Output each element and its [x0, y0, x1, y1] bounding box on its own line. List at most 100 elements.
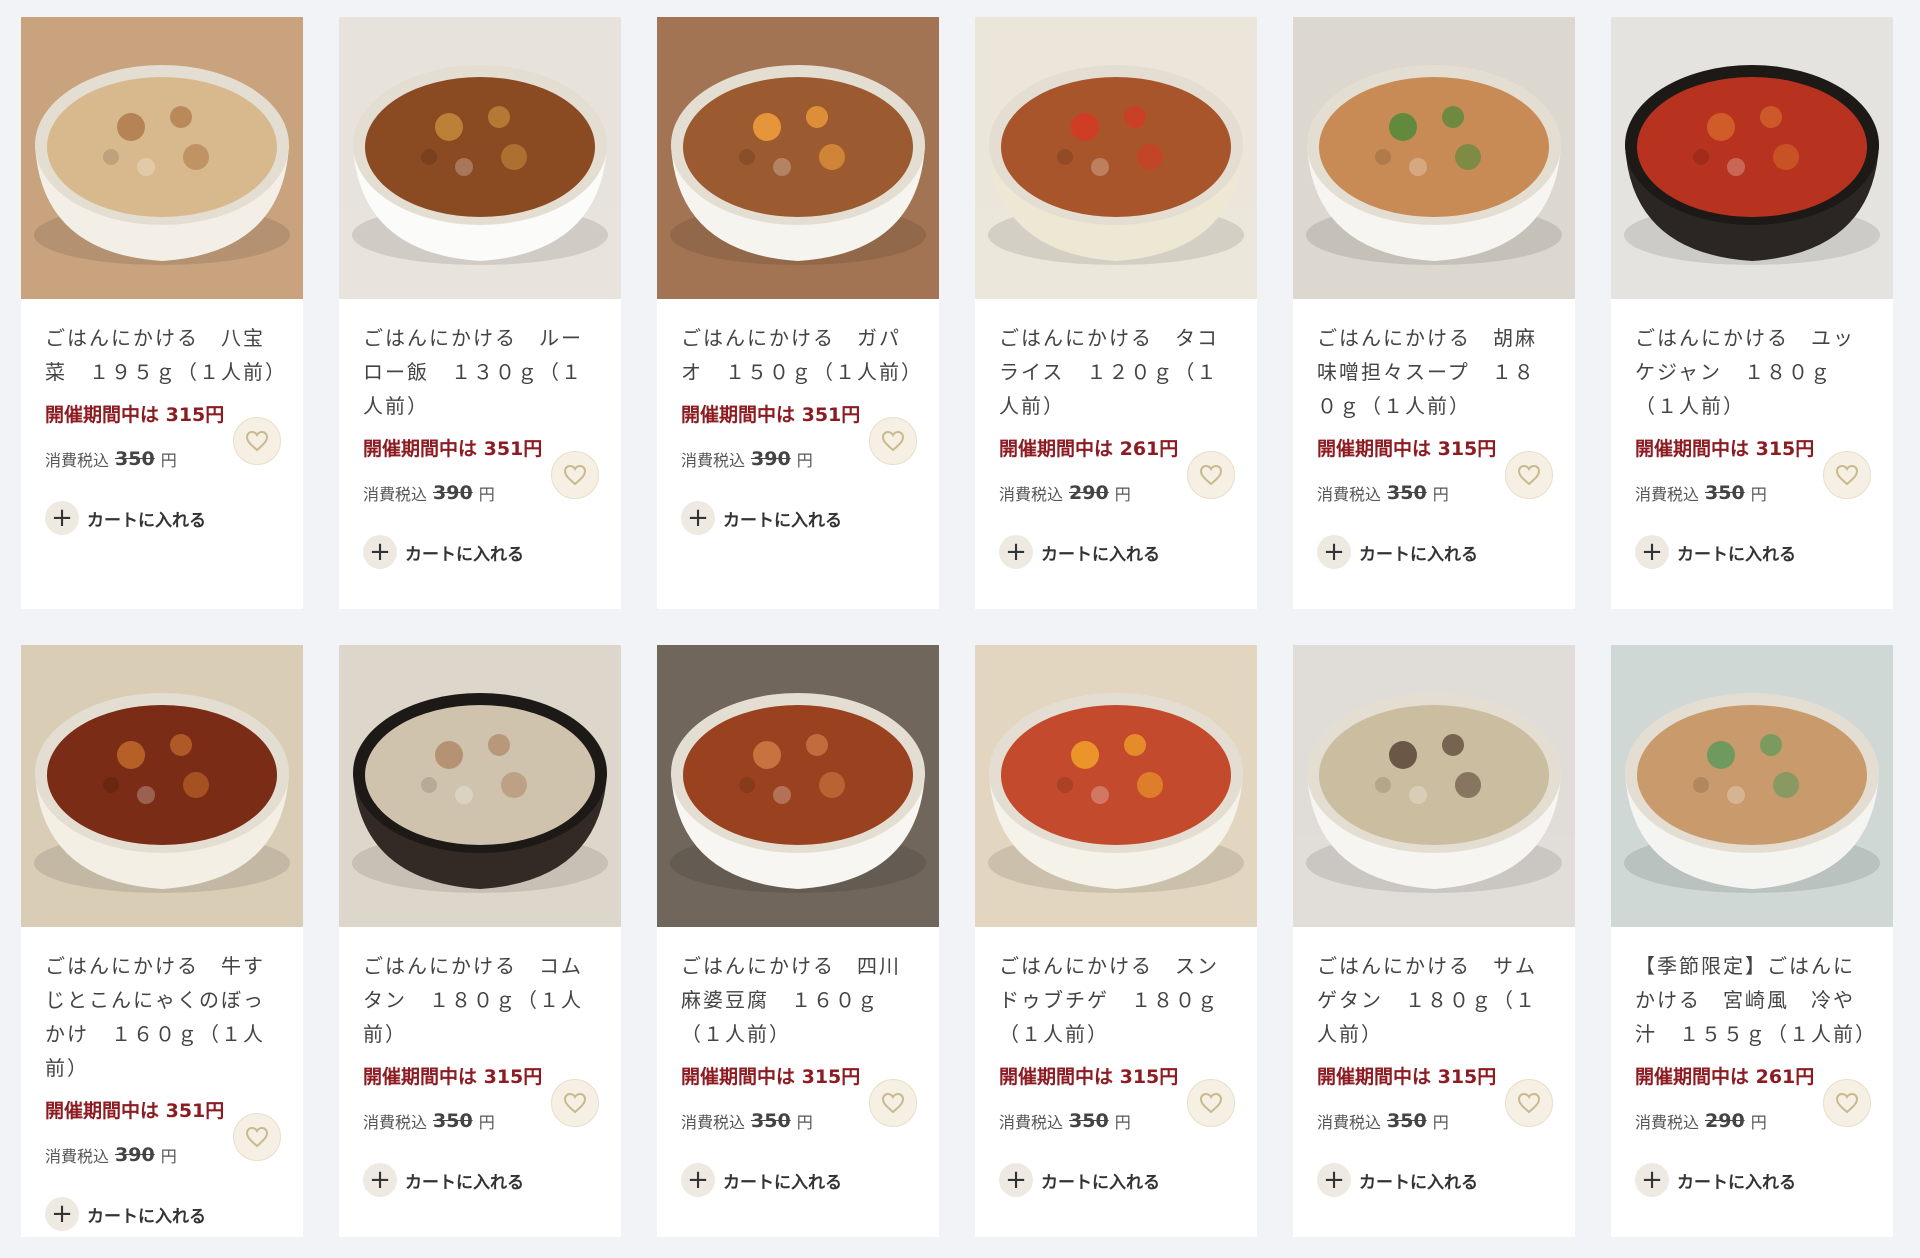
- add-to-cart-label: カートに入れる: [1677, 544, 1796, 565]
- favorite-button[interactable]: [1823, 451, 1871, 499]
- add-to-cart-label: カートに入れる: [1359, 544, 1478, 565]
- product-name[interactable]: ごはんにかける 胡麻味噌担々スープ １８０ｇ（１人前）: [1317, 321, 1551, 423]
- product-card[interactable]: ごはんにかける ルーロー飯 １３０ｇ（１人前） 開催期間中は 351円 消費税込…: [339, 17, 621, 609]
- product-photo[interactable]: [1611, 17, 1893, 299]
- yen-unit: 円: [1432, 485, 1449, 504]
- favorite-button[interactable]: [869, 417, 917, 465]
- plus-icon: +: [45, 1197, 79, 1231]
- heart-icon: [1199, 1092, 1223, 1114]
- product-name[interactable]: ごはんにかける ガパオ １５０ｇ（１人前）: [681, 321, 921, 389]
- product-name[interactable]: ごはんにかける サムゲタン １８０ｇ（１人前）: [1317, 949, 1551, 1051]
- add-to-cart-label: カートに入れる: [405, 544, 524, 565]
- product-name[interactable]: ごはんにかける コムタン １８０ｇ（１人前）: [363, 949, 597, 1051]
- product-name[interactable]: ごはんにかける 牛すじとこんにゃくのぼっかけ １６０ｇ（１人前）: [45, 949, 279, 1085]
- favorite-button[interactable]: [233, 417, 281, 465]
- add-to-cart-button[interactable]: + カートに入れる: [681, 501, 915, 535]
- product-photo[interactable]: [975, 645, 1257, 927]
- add-to-cart-label: カートに入れる: [1041, 1172, 1160, 1193]
- favorite-button[interactable]: [551, 1079, 599, 1127]
- heart-icon: [245, 1126, 269, 1148]
- product-photo[interactable]: [1293, 645, 1575, 927]
- yen-unit: 円: [796, 1113, 813, 1132]
- heart-icon: [563, 1092, 587, 1114]
- add-to-cart-button[interactable]: + カートに入れる: [45, 501, 279, 535]
- product-card[interactable]: ごはんにかける 牛すじとこんにゃくのぼっかけ １６０ｇ（１人前） 開催期間中は …: [21, 645, 303, 1237]
- product-photo[interactable]: [339, 17, 621, 299]
- add-to-cart-label: カートに入れる: [723, 1172, 842, 1193]
- product-name[interactable]: ごはんにかける ルーロー飯 １３０ｇ（１人前）: [363, 321, 597, 423]
- add-to-cart-button[interactable]: + カートに入れる: [363, 1163, 597, 1197]
- product-name[interactable]: ごはんにかける 四川麻婆豆腐 １６０ｇ（１人前）: [681, 949, 915, 1051]
- product-photo[interactable]: [975, 17, 1257, 299]
- product-card[interactable]: ごはんにかける タコライス １２０ｇ（１人前） 開催期間中は 261円 消費税込…: [975, 17, 1257, 609]
- tax-included-label: 消費税込: [1635, 1113, 1700, 1132]
- add-to-cart-button[interactable]: + カートに入れる: [1317, 535, 1551, 569]
- original-price: 390: [433, 482, 473, 504]
- tax-included-label: 消費税込: [999, 1113, 1064, 1132]
- add-to-cart-label: カートに入れる: [87, 1206, 206, 1227]
- yen-unit: 円: [1750, 1113, 1767, 1132]
- product-card[interactable]: ごはんにかける スンドゥブチゲ １８０ｇ（１人前） 開催期間中は 315円 消費…: [975, 645, 1257, 1237]
- product-photo[interactable]: [657, 645, 939, 927]
- product-card[interactable]: ごはんにかける ガパオ １５０ｇ（１人前） 開催期間中は 351円 消費税込 3…: [657, 17, 939, 609]
- product-card[interactable]: ごはんにかける 胡麻味噌担々スープ １８０ｇ（１人前） 開催期間中は 315円 …: [1293, 17, 1575, 609]
- tax-included-label: 消費税込: [45, 451, 110, 470]
- yen-unit: 円: [1114, 485, 1131, 504]
- favorite-button[interactable]: [1187, 1079, 1235, 1127]
- product-card[interactable]: ごはんにかける ユッケジャン １８０ｇ（１人前） 開催期間中は 315円 消費税…: [1611, 17, 1893, 609]
- plus-icon: +: [363, 1163, 397, 1197]
- product-card[interactable]: ごはんにかける 四川麻婆豆腐 １６０ｇ（１人前） 開催期間中は 315円 消費税…: [657, 645, 939, 1237]
- product-photo[interactable]: [21, 645, 303, 927]
- product-card[interactable]: 【季節限定】ごはんにかける 宮崎風 冷や汁 １５５ｇ（１人前） 開催期間中は 2…: [1611, 645, 1893, 1237]
- tax-included-label: 消費税込: [681, 451, 746, 470]
- add-to-cart-button[interactable]: + カートに入れる: [1317, 1163, 1551, 1197]
- add-to-cart-button[interactable]: + カートに入れる: [363, 535, 597, 569]
- favorite-button[interactable]: [869, 1079, 917, 1127]
- product-photo[interactable]: [1611, 645, 1893, 927]
- product-name[interactable]: ごはんにかける 八宝菜 １９５ｇ（１人前）: [45, 321, 285, 389]
- favorite-button[interactable]: [1823, 1079, 1871, 1127]
- original-price: 350: [751, 1110, 791, 1132]
- product-photo[interactable]: [657, 17, 939, 299]
- plus-icon: +: [1317, 1163, 1351, 1197]
- favorite-button[interactable]: [1187, 451, 1235, 499]
- yen-unit: 円: [1750, 485, 1767, 504]
- yen-unit: 円: [160, 451, 177, 470]
- tax-included-label: 消費税込: [45, 1147, 110, 1166]
- product-photo[interactable]: [1293, 17, 1575, 299]
- product-photo[interactable]: [339, 645, 621, 927]
- product-name[interactable]: ごはんにかける タコライス １２０ｇ（１人前）: [999, 321, 1233, 423]
- heart-icon: [1517, 1092, 1541, 1114]
- product-photo[interactable]: [21, 17, 303, 299]
- add-to-cart-button[interactable]: + カートに入れる: [999, 1163, 1233, 1197]
- product-card[interactable]: ごはんにかける 八宝菜 １９５ｇ（１人前） 開催期間中は 315円 消費税込 3…: [21, 17, 303, 609]
- favorite-button[interactable]: [233, 1113, 281, 1161]
- product-card[interactable]: ごはんにかける サムゲタン １８０ｇ（１人前） 開催期間中は 315円 消費税込…: [1293, 645, 1575, 1237]
- plus-icon: +: [999, 1163, 1033, 1197]
- add-to-cart-button[interactable]: + カートに入れる: [45, 1197, 279, 1231]
- add-to-cart-button[interactable]: + カートに入れる: [1635, 1163, 1869, 1197]
- tax-included-label: 消費税込: [1635, 485, 1700, 504]
- tax-included-label: 消費税込: [999, 485, 1064, 504]
- add-to-cart-button[interactable]: + カートに入れる: [1635, 535, 1869, 569]
- favorite-button[interactable]: [551, 451, 599, 499]
- original-price: 390: [751, 448, 791, 470]
- product-card[interactable]: ごはんにかける コムタン １８０ｇ（１人前） 開催期間中は 315円 消費税込 …: [339, 645, 621, 1237]
- add-to-cart-button[interactable]: + カートに入れる: [681, 1163, 915, 1197]
- tax-included-label: 消費税込: [1317, 1113, 1382, 1132]
- heart-icon: [1517, 464, 1541, 486]
- original-price: 350: [1705, 482, 1745, 504]
- product-name[interactable]: ごはんにかける ユッケジャン １８０ｇ（１人前）: [1635, 321, 1869, 423]
- yen-unit: 円: [478, 485, 495, 504]
- plus-icon: +: [1317, 535, 1351, 569]
- favorite-button[interactable]: [1505, 451, 1553, 499]
- add-to-cart-button[interactable]: + カートに入れる: [999, 535, 1233, 569]
- heart-icon: [563, 464, 587, 486]
- product-name[interactable]: ごはんにかける スンドゥブチゲ １８０ｇ（１人前）: [999, 949, 1233, 1051]
- original-price: 290: [1069, 482, 1109, 504]
- original-price: 350: [433, 1110, 473, 1132]
- heart-icon: [245, 430, 269, 452]
- favorite-button[interactable]: [1505, 1079, 1553, 1127]
- yen-unit: 円: [478, 1113, 495, 1132]
- product-name[interactable]: 【季節限定】ごはんにかける 宮崎風 冷や汁 １５５ｇ（１人前）: [1635, 949, 1875, 1051]
